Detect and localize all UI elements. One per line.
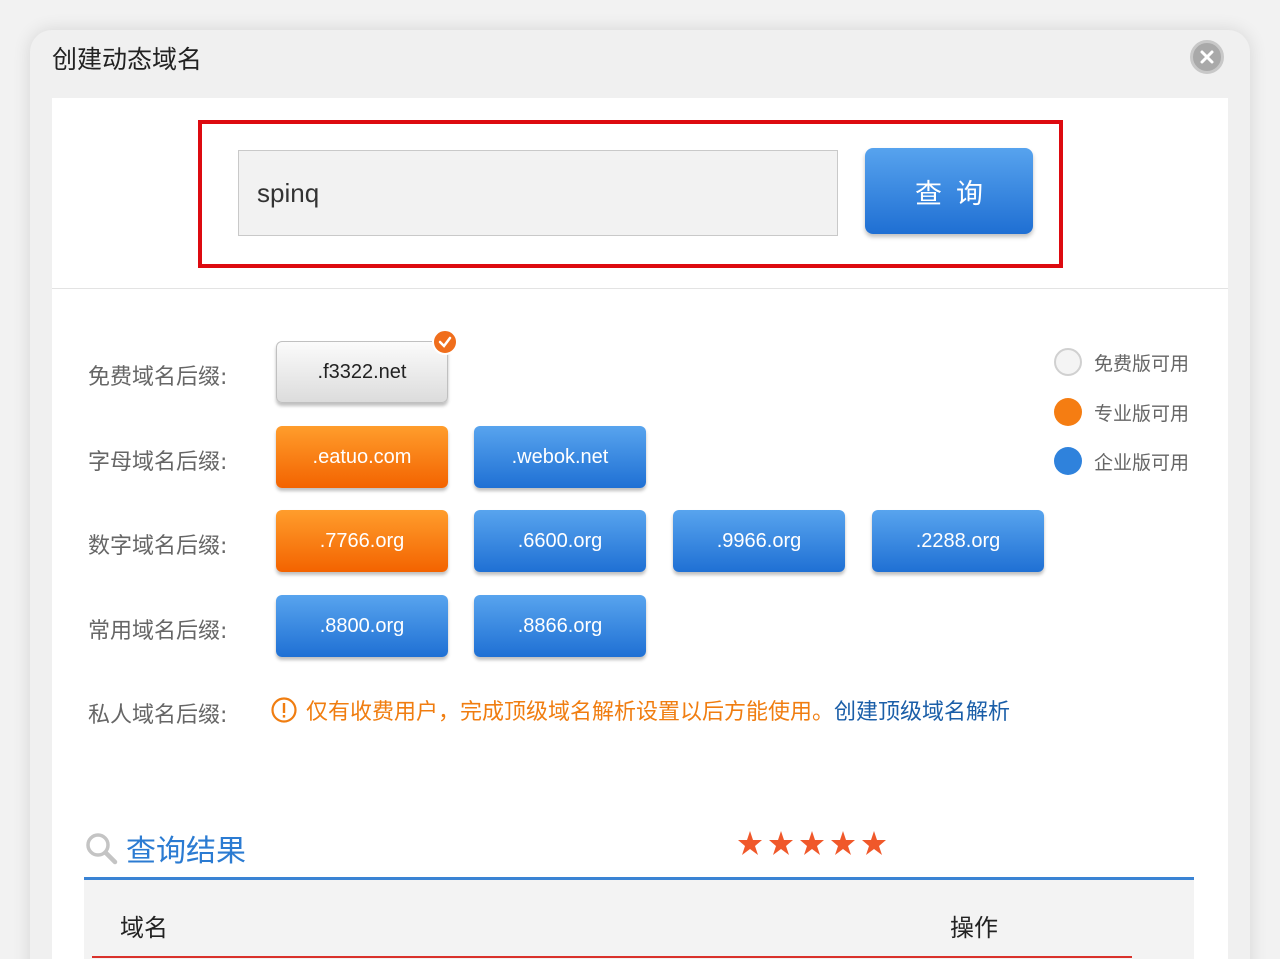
suffix-f3322-net[interactable]: .f3322.net bbox=[276, 341, 448, 403]
legend-dot-enterprise bbox=[1054, 447, 1082, 475]
private-suffix-label: 私人域名后缀: bbox=[88, 703, 228, 728]
suffix-2288-org[interactable]: .2288.org bbox=[872, 510, 1044, 572]
create-dynamic-domain-dialog: 创建动态域名 查询 免费域名后缀: .f3322.net 字母域名后缀: .ea… bbox=[30, 30, 1250, 959]
legend-dot-pro bbox=[1054, 398, 1082, 426]
close-button[interactable] bbox=[1190, 40, 1224, 74]
row-separator bbox=[92, 956, 1132, 958]
star-icon bbox=[862, 831, 886, 855]
search-area: 查询 bbox=[52, 98, 1228, 289]
legend-free-text: 免费版可用 bbox=[1094, 352, 1190, 375]
suffix-9966-org[interactable]: .9966.org bbox=[673, 510, 845, 572]
suffix-7766-org[interactable]: .7766.org bbox=[276, 510, 448, 572]
suffix-6600-org[interactable]: .6600.org bbox=[474, 510, 646, 572]
close-icon bbox=[1200, 50, 1214, 64]
legend-pro-text: 专业版可用 bbox=[1094, 402, 1190, 425]
results-title: 查询结果 bbox=[126, 834, 246, 869]
column-action: 操作 bbox=[950, 914, 998, 942]
number-suffix-label: 数字域名后缀: bbox=[88, 534, 228, 559]
query-button[interactable]: 查询 bbox=[865, 148, 1033, 234]
results-table-header: 域名 操作 bbox=[84, 880, 1194, 959]
loading-stars bbox=[736, 829, 888, 857]
private-note-text: 仅有收费用户，完成顶级域名解析设置以后方能使用。 bbox=[306, 700, 835, 725]
suffix-8866-org[interactable]: .8866.org bbox=[474, 595, 646, 657]
legend-enterprise: 企业版可用 bbox=[1054, 447, 1189, 475]
star-icon bbox=[800, 831, 824, 855]
legend-pro: 专业版可用 bbox=[1054, 398, 1189, 426]
star-icon bbox=[738, 831, 762, 855]
domain-search-input[interactable] bbox=[238, 150, 838, 236]
legend-dot-free bbox=[1054, 348, 1082, 376]
star-icon bbox=[831, 831, 855, 855]
suffix-webok-net[interactable]: .webok.net bbox=[474, 426, 646, 488]
letter-suffix-label: 字母域名后缀: bbox=[88, 450, 228, 475]
legend-enterprise-text: 企业版可用 bbox=[1094, 451, 1190, 474]
search-icon bbox=[86, 833, 118, 865]
suffix-8800-org[interactable]: .8800.org bbox=[276, 595, 448, 657]
free-suffix-label: 免费域名后缀: bbox=[88, 365, 228, 390]
common-suffix-label: 常用域名后缀: bbox=[88, 619, 228, 644]
legend-free: 免费版可用 bbox=[1054, 348, 1189, 376]
query-results-header: 查询结果 bbox=[84, 826, 246, 870]
info-icon bbox=[271, 697, 297, 723]
private-suffix-note: 仅有收费用户，完成顶级域名解析设置以后方能使用。 创建顶级域名解析 bbox=[270, 694, 1010, 726]
checkmark-icon bbox=[438, 336, 452, 348]
create-top-level-dns-link[interactable]: 创建顶级域名解析 bbox=[834, 694, 1010, 726]
star-icon bbox=[769, 831, 793, 855]
column-domain: 域名 bbox=[120, 914, 168, 942]
dialog-title: 创建动态域名 bbox=[52, 45, 203, 74]
selected-badge bbox=[432, 329, 458, 355]
suffix-eatuo-com[interactable]: .eatuo.com bbox=[276, 426, 448, 488]
dialog-content: 查询 免费域名后缀: .f3322.net 字母域名后缀: .eatuo.com… bbox=[52, 98, 1228, 959]
